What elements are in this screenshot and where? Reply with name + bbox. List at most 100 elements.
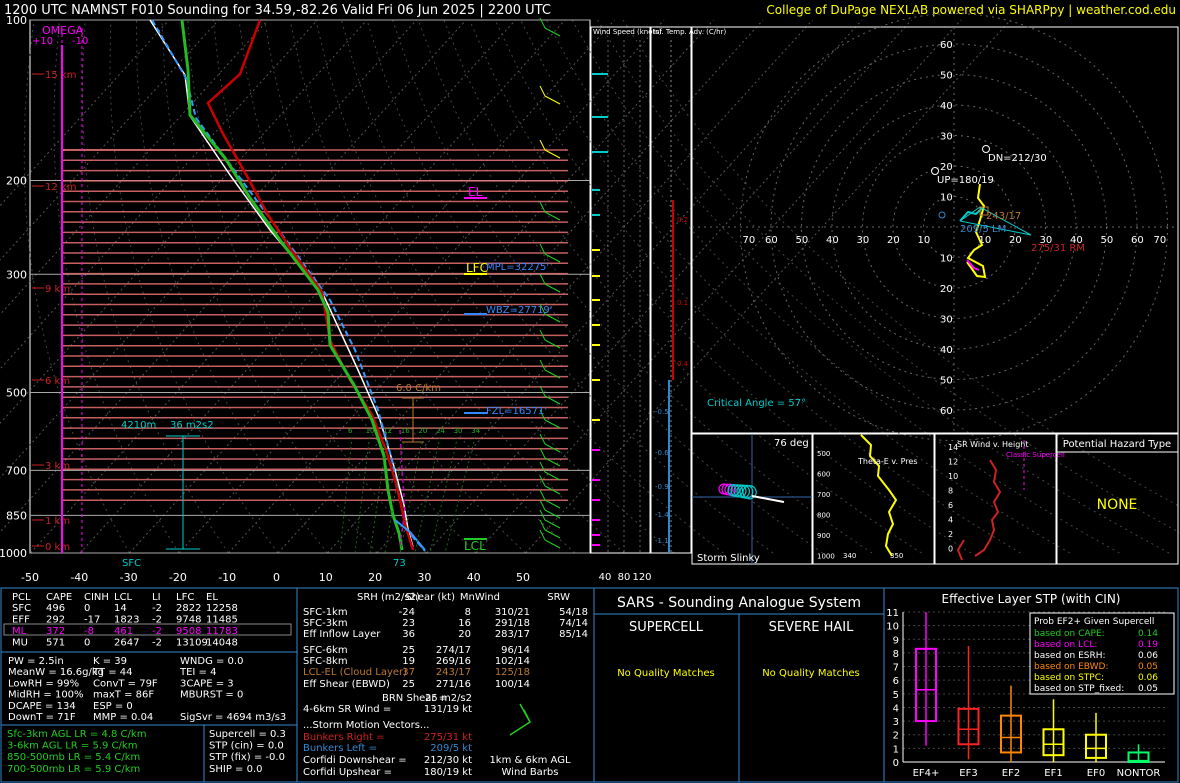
hodo-ring-label: 50 (1101, 235, 1114, 246)
stp-y-tick: 6 (893, 676, 899, 687)
sr-wind-height-ticks: 14121086420 (948, 443, 958, 554)
barb-shaft (544, 519, 561, 529)
dry-adiabat (109, 19, 279, 554)
parcel-cell: 14 (114, 603, 127, 614)
wind-barb (539, 139, 561, 159)
composite-param: STP (cin) = 0.0 (209, 741, 284, 752)
barb-shaft (544, 253, 561, 263)
slinky-deg: 76 deg (774, 438, 809, 449)
dry-adiabat (161, 19, 378, 554)
inf-temp-val-4: -0.6 (655, 449, 669, 457)
dcape-height-label: 4210m (121, 420, 156, 431)
wind-speed-tick-40: 40 (599, 572, 612, 583)
mixing-ratio-line (354, 436, 371, 554)
barb-shaft (544, 471, 561, 481)
index-cell: maxT = 86F (93, 690, 154, 701)
dry-adiabat (597, 19, 1180, 534)
temp-tick: -40 (70, 571, 88, 584)
wind-barbs (539, 17, 561, 549)
hodo-ring-label: 50 (796, 235, 809, 246)
stp-legend: based on CAPE: 0.14 based on LCL: 0.19 based… (1034, 629, 1158, 694)
wind-barb (539, 273, 561, 293)
parcel-header: LFC (176, 592, 194, 603)
stp-y-tick: 8 (893, 649, 899, 660)
barb-shaft (544, 529, 561, 539)
hodo-ring-label: 10 (940, 193, 953, 204)
theta-e-x-tick-1: 350 (890, 552, 903, 560)
temp-tick: -20 (169, 571, 187, 584)
parcel-table: PCL CAPE CINH LCL LI LFC EL SFC 496 0 14 -2 2822 1225… (3, 592, 292, 649)
hodo-ring-label: 20 (887, 235, 900, 246)
sr-wind-label: 4-6km SR Wind = (303, 704, 391, 715)
theta-e-panel: 5006007008009001000 Theta-E v. Pres 340 … (812, 433, 935, 565)
wind-speed-tick-80: 80 (618, 572, 631, 583)
lapse-rate: Sfc-3km AGL LR = 4.8 C/km (7, 729, 146, 740)
barb-shaft (544, 499, 561, 509)
stp-x-axis: EF4+ EF3 EF2 EF1 EF0 NONTOR (913, 768, 1161, 779)
lcl-label: LCL (464, 539, 486, 553)
temp-tick: 10 (319, 571, 333, 584)
bunkers-left-label: Bunkers Left = (303, 743, 377, 754)
stp-y-tick: 2 (893, 731, 899, 742)
hodo-ring-label: 40 (940, 101, 953, 112)
index-cell: SigSvr = 4694 m3/s3 (180, 712, 286, 723)
sars-hail: SEVERE HAIL (769, 620, 854, 635)
kin-cell: 36 (402, 629, 415, 640)
pressure-axis: 100 200 300 500 700 850 1000 (0, 14, 27, 560)
mixing-ratio-label: 12 (383, 427, 392, 435)
temp-tick: 40 (467, 571, 481, 584)
stp-legend-value: 0.19 (1138, 640, 1158, 650)
sr-wind-title: SR Wind v. Height (957, 440, 1028, 449)
wind-barb (539, 359, 561, 379)
stp-legend-value: 0.06 (1138, 673, 1158, 683)
dn-marker (982, 145, 990, 153)
kin-cell: -24 (399, 607, 415, 618)
stp-legend-label: based on STPC: (1034, 673, 1104, 683)
hodo-ring-label: 60 (765, 235, 778, 246)
parcel-cell: SFC (12, 603, 31, 614)
sr-wind-profile-red (974, 459, 1002, 557)
temp-tick: -10 (218, 571, 236, 584)
height-label: 0 km (45, 542, 70, 553)
kin-cell: SFC-8km (303, 656, 348, 667)
hodograph-ring-labels: 101010 10202020 20303030 30404040 40505050 50… (743, 40, 1167, 417)
sars-title: SARS - Sounding Analogue System (617, 595, 861, 611)
theta-e-frame (812, 433, 935, 565)
hodo-ring-label: 30 (940, 315, 953, 326)
stp-legend-value: 0.05 (1138, 684, 1158, 694)
stp-x-tick: EF4+ (913, 768, 940, 779)
stp-legend-value: 0.06 (1138, 651, 1158, 661)
sr-wind-h-tick: 6 (948, 501, 953, 510)
frz-label: FZL=16571' (486, 406, 547, 417)
parcel-header: CINH (84, 592, 109, 603)
mixing-ratio-label: 24 (436, 427, 445, 435)
omega-tick-neg: -10 (72, 36, 88, 47)
kin-cell: 74/14 (559, 618, 588, 629)
inf-temp-val-2: 0.4 (677, 360, 689, 368)
barb-flag (539, 447, 546, 459)
dry-adiabat (417, 19, 873, 554)
barb-1km-icon (509, 703, 531, 736)
mixing-ratio-label: 6 (348, 427, 353, 435)
hodo-ring-label: 20 (1009, 235, 1022, 246)
el-label: EL (468, 185, 483, 199)
rm-label: 275/31 RM (1031, 243, 1085, 254)
mixing-ratio-label: 34 (471, 427, 480, 435)
theta-e-p-tick: 1000 (817, 553, 835, 561)
parcel-cell: ML (12, 626, 27, 637)
up-marker (931, 167, 939, 175)
dry-adiabat (264, 19, 576, 554)
composite-param: STP (fix) = -0.0 (209, 752, 285, 763)
index-cell: LowRH = 99% (8, 678, 79, 689)
sr-wind-value: 131/19 kt (424, 704, 472, 715)
parcel-cell: 14048 (206, 638, 238, 649)
kin-cell: SFC-6km (303, 645, 348, 656)
parcel-cell: MU (12, 638, 28, 649)
header-title: 1200 UTC NAMNST F010 Sounding for 34.59,… (4, 3, 551, 18)
stp-x-tick: EF3 (959, 768, 977, 779)
kin-cell: LCL-EL (Cloud Layer) (303, 667, 407, 678)
storm-slinky-panel: 76 deg Storm Slinky (691, 433, 813, 565)
hodo-ring-label: 50 (940, 71, 953, 82)
bunkers-right-value: 275/31 kt (424, 732, 472, 743)
parcel-cell: 2822 (176, 603, 201, 614)
